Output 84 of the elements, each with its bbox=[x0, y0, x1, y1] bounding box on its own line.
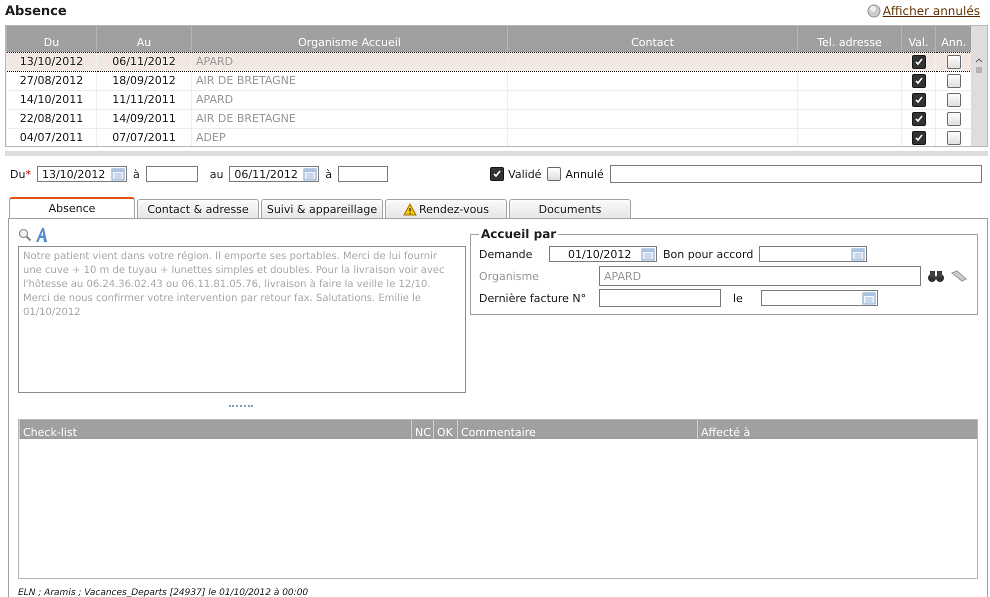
checkbox[interactable] bbox=[946, 130, 961, 144]
show-cancelled-link[interactable]: Afficher annulés bbox=[866, 4, 980, 18]
checkbox[interactable] bbox=[912, 54, 926, 68]
calendar-icon[interactable] bbox=[862, 291, 876, 305]
radio-icon bbox=[866, 4, 881, 18]
calendar-icon[interactable] bbox=[641, 247, 655, 261]
checkbox[interactable] bbox=[912, 92, 926, 106]
table-cell: 22/08/2011 bbox=[6, 109, 96, 128]
table-cell: 14/09/2011 bbox=[96, 109, 192, 128]
column-header[interactable]: Affecté à bbox=[698, 420, 977, 439]
table-cell: APARD bbox=[192, 52, 508, 71]
column-header[interactable]: Check-list bbox=[20, 420, 412, 439]
checkbox[interactable] bbox=[946, 112, 961, 126]
column-header[interactable]: Ann. bbox=[936, 26, 971, 52]
invoice-field[interactable] bbox=[599, 289, 721, 307]
column-header[interactable]: Contact bbox=[508, 26, 798, 52]
checkbox-label: Validé bbox=[508, 168, 542, 180]
field-label: à bbox=[325, 168, 332, 180]
eraser-icon[interactable] bbox=[951, 270, 967, 282]
date-field[interactable] bbox=[759, 246, 868, 262]
font-style-icon[interactable] bbox=[35, 227, 49, 243]
tab[interactable]: Documents bbox=[509, 199, 631, 218]
audit-info: ELN ; Aramis ; Vacances_Departs [24937] le 01/10/2012 à 00:00 bbox=[18, 588, 310, 597]
column-header[interactable]: Du bbox=[6, 26, 96, 52]
checkbox[interactable] bbox=[912, 112, 926, 126]
date-field[interactable]: 13/10/2012 bbox=[36, 166, 127, 182]
text-field[interactable] bbox=[610, 165, 982, 183]
table-cell: APARD bbox=[192, 90, 508, 109]
tab[interactable]: Absence bbox=[9, 197, 135, 218]
search-icon[interactable] bbox=[18, 228, 32, 242]
field-label: Organisme bbox=[479, 270, 540, 282]
calendar-icon[interactable] bbox=[303, 167, 318, 181]
validated-checkbox[interactable] bbox=[490, 167, 504, 181]
scrollbar[interactable] bbox=[971, 26, 987, 146]
table-cell: 06/11/2012 bbox=[96, 52, 192, 71]
binoculars-icon[interactable] bbox=[927, 269, 945, 283]
tab[interactable]: Contact & adresse bbox=[137, 199, 259, 218]
column-header[interactable]: Commentaire bbox=[458, 420, 698, 439]
warning-icon bbox=[402, 202, 417, 216]
table-cell: 11/11/2011 bbox=[96, 90, 192, 109]
field-label: à bbox=[132, 168, 140, 180]
time-field[interactable] bbox=[146, 166, 198, 182]
table-cell: 18/09/2012 bbox=[96, 71, 192, 90]
table-cell: 04/07/2011 bbox=[6, 128, 96, 146]
date-field[interactable]: 01/10/2012 bbox=[549, 246, 657, 262]
table-cell: ADEP bbox=[192, 128, 508, 146]
date-field[interactable] bbox=[760, 290, 878, 306]
date-field[interactable]: 06/11/2012 bbox=[229, 166, 320, 182]
note-textarea[interactable]: Notre patient vient dans votre région. Il emporte ses portables. Merci de lui fournir une cuve + 10 m de tuyau + lunettes simples et doubles. Pour la livraison voir avec l'hôtesse au 06.24.36.02.43 ou 06.11.81.05.76, livraison à faire la veille le 12/10. Merci de nous confirmer votre intervention par retour fax. Salutations. Emilie le 01/10/2012 bbox=[18, 246, 466, 393]
table-cell: AIR DE BRETAGNE bbox=[192, 71, 508, 90]
column-header[interactable]: Au bbox=[96, 26, 192, 52]
field-label: Demande bbox=[479, 248, 534, 260]
scroll-up-icon[interactable] bbox=[974, 56, 984, 64]
table-cell: 14/10/2011 bbox=[6, 90, 96, 109]
field-label: le bbox=[733, 292, 743, 304]
column-header[interactable]: Tel. adresse bbox=[798, 26, 902, 52]
field-label: Du* bbox=[10, 168, 31, 180]
time-field[interactable] bbox=[338, 166, 388, 182]
tab[interactable]: Suivi & appareillage bbox=[261, 199, 383, 218]
section-title: Absence bbox=[5, 4, 67, 18]
column-header[interactable]: NC bbox=[412, 420, 434, 439]
checkbox[interactable] bbox=[946, 92, 961, 106]
column-header[interactable]: Val. bbox=[902, 26, 936, 52]
cancelled-checkbox[interactable] bbox=[547, 167, 562, 181]
field-label: Bon pour accord bbox=[663, 248, 754, 260]
table-cell: 13/10/2012 bbox=[6, 52, 96, 71]
checkbox[interactable] bbox=[946, 74, 961, 88]
column-header[interactable]: OK bbox=[434, 420, 458, 439]
check-icon bbox=[492, 169, 502, 179]
panel-legend: Accueil par bbox=[479, 227, 558, 241]
organisation-field[interactable]: APARD bbox=[599, 266, 921, 286]
field-label: au bbox=[210, 168, 224, 180]
checkbox[interactable] bbox=[912, 74, 926, 88]
table-cell: 07/07/2011 bbox=[96, 128, 192, 146]
checkbox[interactable] bbox=[912, 130, 926, 144]
checkbox-label: Annulé bbox=[565, 168, 604, 180]
tab[interactable]: Rendez-vous bbox=[385, 199, 507, 218]
table-cell: 27/08/2012 bbox=[6, 71, 96, 90]
checkbox[interactable] bbox=[946, 54, 961, 68]
column-header[interactable]: Organisme Accueil bbox=[192, 26, 508, 52]
calendar-icon[interactable] bbox=[110, 167, 125, 181]
calendar-icon[interactable] bbox=[851, 247, 866, 261]
table-cell: AIR DE BRETAGNE bbox=[192, 109, 508, 128]
field-label: Dernière facture N° bbox=[479, 292, 588, 304]
